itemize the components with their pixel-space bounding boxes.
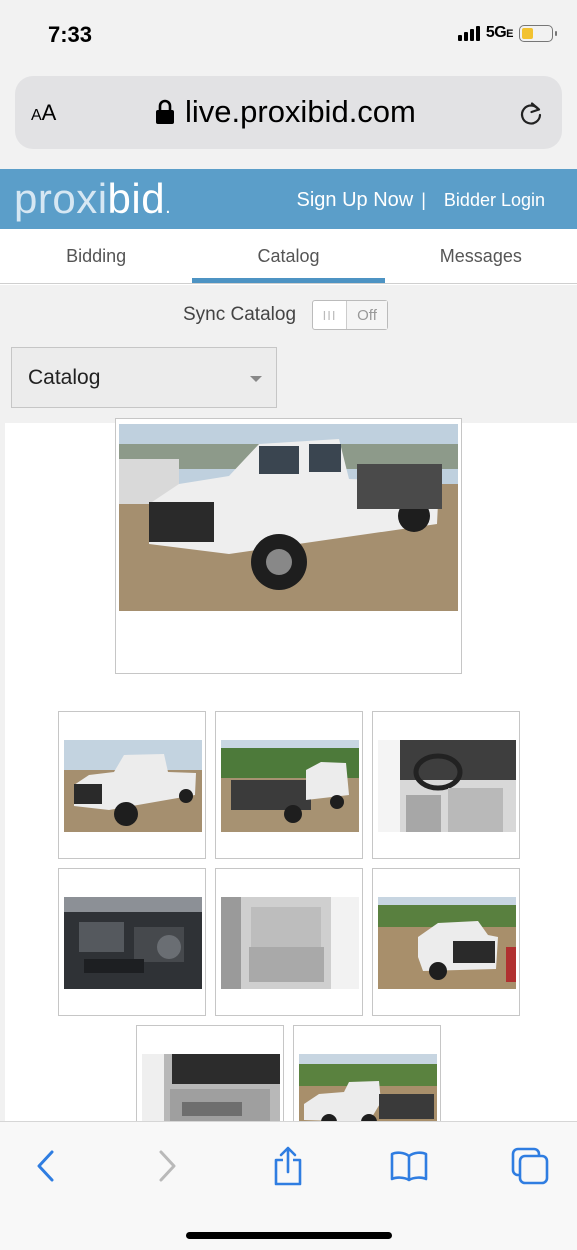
battery-icon xyxy=(519,24,557,42)
share-icon xyxy=(274,1146,302,1186)
cell-signal-icon xyxy=(457,25,480,41)
lock-icon xyxy=(156,99,174,124)
photo-thumbnail[interactable] xyxy=(215,711,363,859)
status-time: 7:33 xyxy=(48,22,93,47)
thumbnail-image xyxy=(64,740,202,832)
chevron-down-icon xyxy=(250,376,262,382)
thumbnail-image xyxy=(64,897,202,989)
header-links: Sign Up Now | Bidder Login xyxy=(297,189,545,212)
network-type: 5GE xyxy=(485,24,514,42)
thumbnail-image xyxy=(142,1054,280,1121)
reload-icon[interactable] xyxy=(518,100,544,126)
photo-thumbnail[interactable] xyxy=(58,711,206,859)
sync-catalog-toggle[interactable]: III Off xyxy=(312,300,389,330)
bookmarks-button[interactable] xyxy=(389,1146,429,1186)
proxibid-logo[interactable]: proxibid. xyxy=(14,175,171,223)
main-photo xyxy=(119,424,458,611)
network-suffix: E xyxy=(506,28,513,40)
tab-bar: Bidding Catalog Messages xyxy=(0,229,577,284)
status-indicators: 5GE xyxy=(457,24,557,42)
bidder-login-link[interactable]: Bidder Login xyxy=(444,190,545,211)
photo-thumbnail[interactable] xyxy=(372,868,520,1016)
tab-messages[interactable]: Messages xyxy=(385,229,577,283)
back-icon xyxy=(37,1150,54,1182)
photo-thumbnail[interactable] xyxy=(136,1025,284,1121)
thumbnail-image xyxy=(378,740,516,832)
tabs-icon xyxy=(511,1147,549,1185)
forward-icon xyxy=(159,1150,176,1182)
sign-up-link[interactable]: Sign Up Now xyxy=(297,189,414,212)
main-photo-frame[interactable] xyxy=(115,418,462,674)
catalog-dropdown[interactable]: Catalog xyxy=(11,347,277,408)
lot-photo-panel xyxy=(5,418,577,1121)
address-bar[interactable]: AA live.proxibid.com xyxy=(15,76,562,149)
thumbnail-image xyxy=(378,897,516,989)
photo-thumbnail[interactable] xyxy=(215,868,363,1016)
browser-chrome: AA live.proxibid.com xyxy=(0,70,577,169)
tabs-button[interactable] xyxy=(510,1146,550,1186)
share-button[interactable] xyxy=(268,1146,308,1186)
bookmarks-icon xyxy=(390,1151,428,1182)
sync-catalog-label: Sync Catalog xyxy=(183,304,297,325)
thumbnail-image xyxy=(221,897,359,989)
network-label: 5G xyxy=(485,24,507,41)
home-indicator xyxy=(186,1232,392,1239)
thumbnail-image xyxy=(221,740,359,832)
url-display[interactable]: live.proxibid.com xyxy=(155,94,416,130)
photo-thumbnail[interactable] xyxy=(58,868,206,1016)
tab-catalog[interactable]: Catalog xyxy=(192,229,385,283)
catalog-dropdown-value: Catalog xyxy=(28,365,101,389)
tab-bidding[interactable]: Bidding xyxy=(0,229,192,283)
sync-catalog-row: Sync Catalog III Off xyxy=(183,300,389,330)
url-text: live.proxibid.com xyxy=(185,94,416,129)
site-header: proxibid. Sign Up Now | Bidder Login xyxy=(0,169,577,229)
status-bar: 7:33 5GE xyxy=(0,0,577,70)
toggle-knob: III xyxy=(313,301,348,329)
forward-button[interactable] xyxy=(147,1146,187,1186)
back-button[interactable] xyxy=(26,1146,66,1186)
photo-thumbnail[interactable] xyxy=(372,711,520,859)
header-separator: | xyxy=(421,190,426,210)
browser-toolbar xyxy=(0,1121,577,1250)
text-size-button[interactable]: AA xyxy=(31,100,56,126)
toggle-state-label: Off xyxy=(347,301,388,329)
photo-thumbnail[interactable] xyxy=(293,1025,441,1121)
thumbnail-image xyxy=(299,1054,437,1121)
catalog-content: Sync Catalog III Off Catalog xyxy=(0,285,577,1121)
